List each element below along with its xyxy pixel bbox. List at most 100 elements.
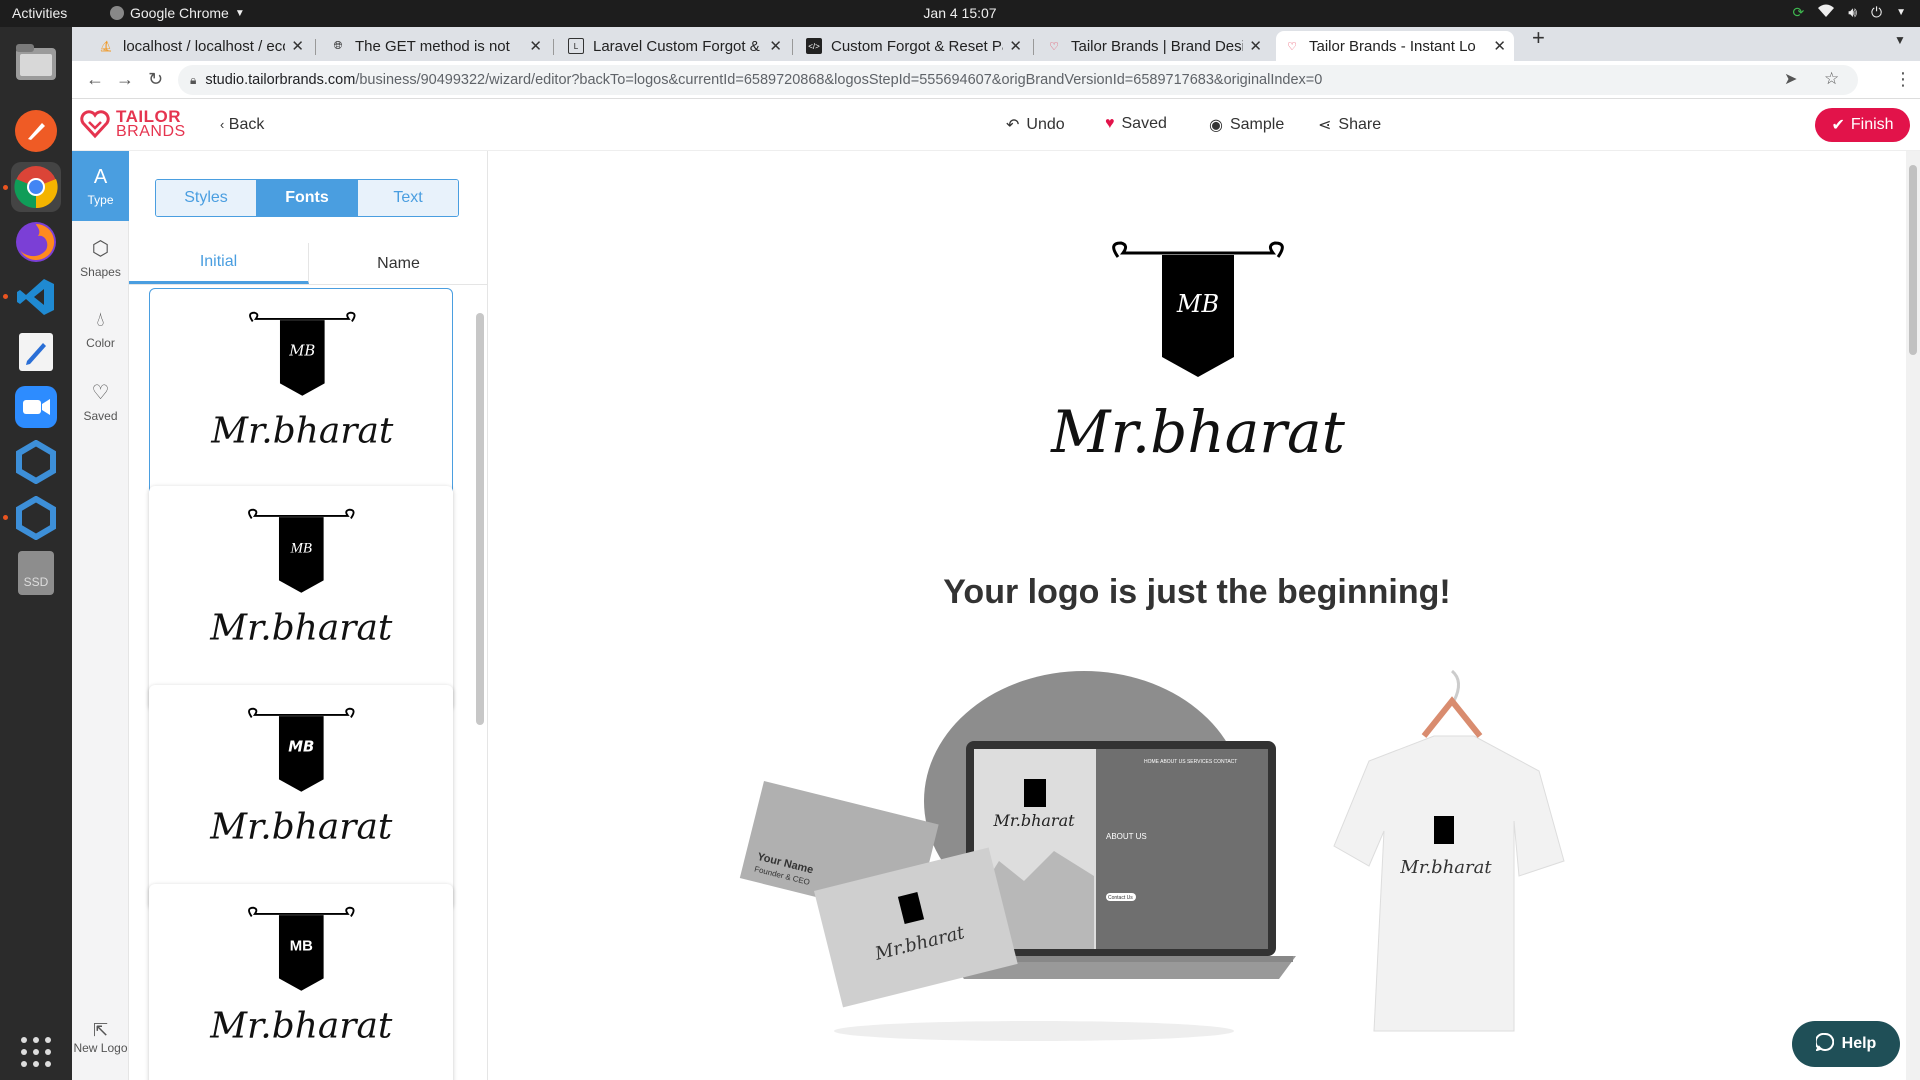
forward-arrow-icon[interactable]: → xyxy=(116,69,134,90)
hanger-rod xyxy=(248,707,355,718)
app-menu[interactable]: Google Chrome ▼ xyxy=(110,5,245,21)
logo-initials: MB xyxy=(290,938,313,954)
font-option-card[interactable]: MB Mr.bharat xyxy=(149,685,453,909)
canvas-headline: Your logo is just the beginning! xyxy=(943,573,1451,611)
type-icon: A xyxy=(93,165,108,188)
chrome-icon[interactable] xyxy=(11,162,61,212)
undo-label: Undo xyxy=(1026,116,1065,133)
show-apps-icon[interactable] xyxy=(11,1027,61,1077)
app-name: Google Chrome xyxy=(130,5,229,21)
tool-type[interactable]: A Type xyxy=(72,151,129,221)
url-host: studio.tailorbrands.com xyxy=(205,72,356,88)
kubuntu-icon[interactable] xyxy=(11,437,61,487)
canvas-scrollbar[interactable] xyxy=(1906,151,1920,1080)
lock-icon: 🔒︎ xyxy=(190,72,197,87)
close-icon[interactable]: ✕ xyxy=(769,37,782,55)
kubuntu-icon-2[interactable] xyxy=(11,493,61,543)
tab-tailor-brand-design[interactable]: ♡ Tailor Brands | Brand Desi ✕ xyxy=(1038,31,1270,61)
saved-button[interactable]: ♥ Saved xyxy=(1105,115,1167,133)
close-icon[interactable]: ✕ xyxy=(1249,37,1262,55)
back-arrow-icon[interactable]: ← xyxy=(86,69,104,90)
segment-fonts[interactable]: Fonts xyxy=(256,180,357,216)
tab-phpmyadmin[interactable]: ⛵︎ localhost / localhost / eco ✕ xyxy=(90,31,312,61)
dock: SSD xyxy=(0,27,72,1080)
tab-get-method[interactable]: 🌐︎ The GET method is not ✕ xyxy=(322,31,550,61)
share-icon: ⋖ xyxy=(1318,117,1332,134)
logo-graphic: MB Mr.bharat xyxy=(1050,241,1346,466)
sample-icon: ◉ xyxy=(1209,117,1223,134)
tab-custom-forgot[interactable]: </> Custom Forgot & Reset Pa ✕ xyxy=(798,31,1030,61)
sample-button[interactable]: ◉ Sample xyxy=(1209,115,1284,135)
logo-initials: MB xyxy=(290,540,312,556)
bookmark-star-icon[interactable]: ☆ xyxy=(1824,69,1839,89)
kebab-menu-icon[interactable]: ⋮ xyxy=(1894,69,1912,90)
tool-color[interactable]: 💧︎ Color xyxy=(72,295,129,363)
tab-separator xyxy=(553,39,554,55)
share-button[interactable]: ⋖ Share xyxy=(1318,115,1381,135)
system-tray[interactable]: ⟳ 🔊︎ ⏻ ▼ xyxy=(1792,4,1906,21)
close-icon[interactable]: ✕ xyxy=(1493,37,1506,55)
site-section: ABOUT US xyxy=(1106,832,1147,841)
new-logo-button[interactable]: ⇱ New Logo xyxy=(72,1020,129,1080)
logo-graphic: MB Mr.bharat xyxy=(209,906,393,1046)
canvas-scroll-thumb[interactable] xyxy=(1909,165,1917,355)
address-toolbar: ← → ↻ 🔒︎ studio.tailorbrands.com/busines… xyxy=(72,61,1920,99)
tab-separator xyxy=(1033,39,1034,55)
brand-line-2: BRANDS xyxy=(116,123,186,140)
heart-logo-icon xyxy=(80,110,110,139)
activities-button[interactable]: Activities xyxy=(12,5,67,21)
finish-label: Finish xyxy=(1850,116,1894,133)
clock[interactable]: Jan 4 15:07 xyxy=(910,5,1010,21)
color-drop-icon: 💧︎ xyxy=(96,308,105,331)
shadow xyxy=(834,1021,1234,1041)
vscode-icon[interactable] xyxy=(11,272,61,322)
tab-laravel[interactable]: L Laravel Custom Forgot & R ✕ xyxy=(560,31,790,61)
tab-title: localhost / localhost / eco xyxy=(123,37,286,55)
undo-button[interactable]: ↶ Undo xyxy=(1006,115,1065,135)
main-logo-preview[interactable]: MB Mr.bharat xyxy=(1033,237,1363,472)
hanger-rod xyxy=(1112,241,1284,258)
font-option-card[interactable]: MB Mr.bharat xyxy=(149,884,453,1080)
subtab-name[interactable]: Name xyxy=(309,243,488,284)
back-button[interactable]: ‹ Back xyxy=(220,116,264,134)
subtab-initial[interactable]: Initial xyxy=(129,243,309,284)
finish-button[interactable]: ✔ Finish xyxy=(1815,108,1910,142)
font-option-card[interactable]: MB Mr.bharat xyxy=(149,486,453,710)
close-icon[interactable]: ✕ xyxy=(529,37,542,55)
font-option-card[interactable]: MB Mr.bharat xyxy=(149,288,453,512)
editor-header: TAILOR BRANDS ‹ Back ↶ Undo ♥ Saved ◉ Sa… xyxy=(72,99,1920,151)
help-label: Help xyxy=(1841,1035,1877,1052)
firefox-icon[interactable] xyxy=(11,217,61,267)
new-tab-button[interactable]: + xyxy=(1532,25,1545,51)
tab-title: Custom Forgot & Reset Pa xyxy=(831,37,1004,55)
tool-saved[interactable]: ♡ Saved xyxy=(72,367,129,435)
check-icon: ✔ xyxy=(1831,117,1845,134)
tab-title: Laravel Custom Forgot & R xyxy=(593,37,764,55)
send-tab-icon[interactable]: ➤ xyxy=(1784,69,1797,89)
tshirt-logo-name: Mr.bharat xyxy=(1399,857,1492,878)
system-top-bar: Activities Google Chrome ▼ Jan 4 15:07 ⟳… xyxy=(0,0,1920,27)
postman-icon[interactable] xyxy=(11,106,61,156)
reload-icon[interactable]: ↻ xyxy=(148,69,163,90)
tool-shapes[interactable]: ⬡ Shapes xyxy=(72,223,129,291)
tab-search-chevron-icon[interactable]: ▼ xyxy=(1894,33,1906,47)
files-icon[interactable] xyxy=(11,37,61,87)
segment-text[interactable]: Text xyxy=(357,180,458,216)
ssd-icon[interactable]: SSD xyxy=(11,548,61,598)
url-bar[interactable]: 🔒︎ studio.tailorbrands.com/business/9049… xyxy=(178,65,1858,95)
zoom-icon[interactable] xyxy=(11,382,61,432)
tailorbrands-logo[interactable]: TAILOR BRANDS xyxy=(80,108,186,140)
segment-styles[interactable]: Styles xyxy=(156,180,256,216)
help-button[interactable]: Help xyxy=(1792,1021,1900,1067)
tab-tailor-instant-logo[interactable]: ♡ Tailor Brands - Instant Lo ✕ xyxy=(1276,31,1514,61)
hanger-rod xyxy=(248,906,355,917)
url-path: /business/90499322/wizard/editor?backTo=… xyxy=(355,72,1323,88)
logo-name: Mr.bharat xyxy=(209,607,393,648)
close-icon[interactable]: ✕ xyxy=(1009,37,1022,55)
close-icon[interactable]: ✕ xyxy=(291,37,304,55)
text-editor-icon[interactable] xyxy=(11,327,61,377)
chevron-down-icon: ▼ xyxy=(234,7,245,19)
site-button: Contact Us xyxy=(1108,895,1133,901)
mockup-scene: Your NameFounder & CEOemailHOME ABOUT US… xyxy=(739,669,1565,1041)
panel-scroll-thumb[interactable] xyxy=(476,313,484,725)
